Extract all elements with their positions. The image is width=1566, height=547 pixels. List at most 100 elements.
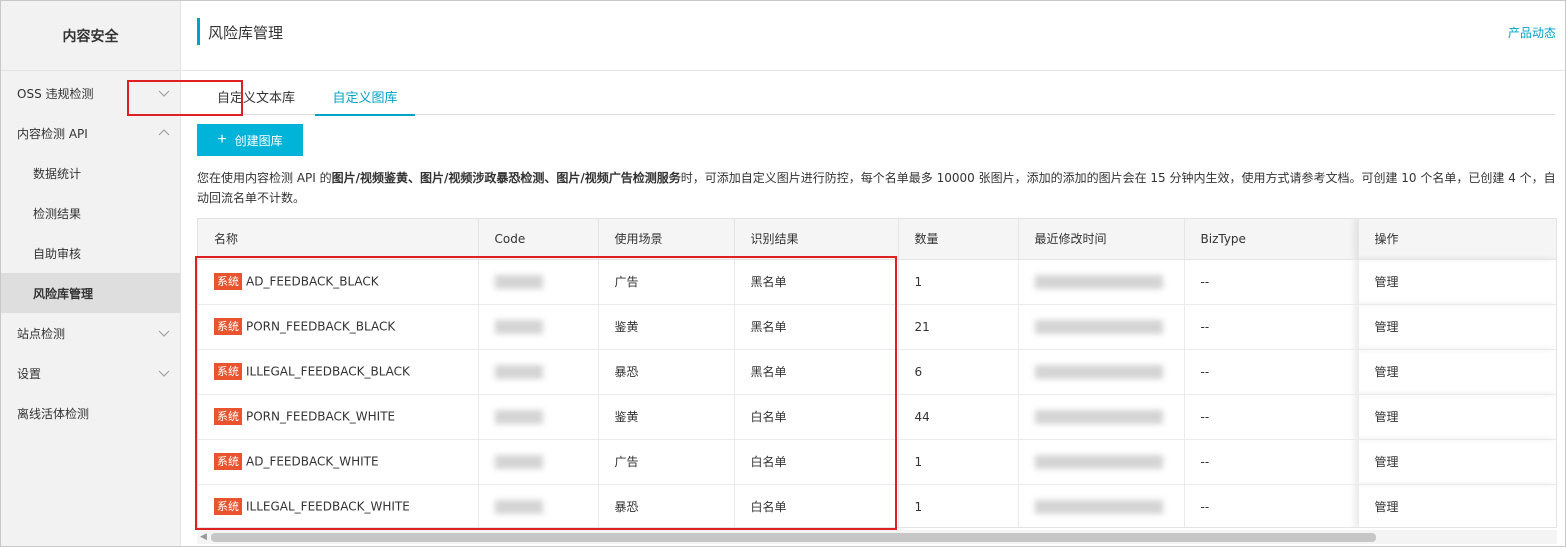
chevron-down-icon <box>158 330 170 337</box>
system-badge: 系统 <box>214 363 242 380</box>
page-title: 风险库管理 <box>208 24 284 42</box>
tab-custom-image-library[interactable]: 自定义图库 <box>315 79 415 116</box>
cell-action: 管理 <box>1358 439 1556 485</box>
cell-name: 系统 PORN_FEEDBACK_BLACK <box>198 304 479 350</box>
sidebar-item-offline-liveness[interactable]: 离线活体检测 <box>1 393 180 433</box>
cell-modified-time <box>1018 304 1185 350</box>
manage-link[interactable]: 管理 <box>1375 320 1399 334</box>
sidebar-item-detect-results[interactable]: 检测结果 <box>1 193 180 233</box>
cell-scene: 暴恐 <box>598 484 735 527</box>
table-header-row: 名称 Code 使用场景 识别结果 数量 最近修改时间 BizType 操作 <box>198 219 1556 260</box>
redacted-code <box>494 364 543 379</box>
library-name: ILLEGAL_FEEDBACK_BLACK <box>246 364 410 379</box>
app-window: 内容安全 OSS 违规检测 内容检测 API 数据统计 检测结果 自助审核 风险… <box>0 0 1566 547</box>
sidebar-item-self-review[interactable]: 自助审核 <box>1 233 180 273</box>
chevron-down-icon <box>158 90 170 97</box>
cell-action: 管理 <box>1358 259 1556 305</box>
table-row: 系统 AD_FEEDBACK_WHITE 广告 白名单 1 -- 管理 <box>198 439 1556 485</box>
main-content: 风险库管理 产品动态 自定义文本库 自定义图库 + 创建图库 您在使用内容检测 … <box>182 1 1565 546</box>
sidebar-item-label: 检测结果 <box>33 206 82 221</box>
cell-result: 黑名单 <box>734 259 899 305</box>
sidebar-item-label: 离线活体检测 <box>17 406 90 421</box>
manage-link[interactable]: 管理 <box>1375 500 1399 514</box>
redacted-time <box>1034 499 1163 514</box>
sidebar-title: 内容安全 <box>1 1 180 71</box>
page-header: 风险库管理 产品动态 <box>182 1 1565 71</box>
cell-count: 1 <box>898 439 1019 485</box>
cell-count: 6 <box>898 349 1019 395</box>
sidebar-item-settings[interactable]: 设置 <box>1 353 180 393</box>
column-header-action: 操作 <box>1358 219 1556 260</box>
cell-biztype: -- <box>1184 349 1359 395</box>
cell-action: 管理 <box>1358 349 1556 395</box>
cell-modified-time <box>1018 439 1185 485</box>
cell-action: 管理 <box>1358 484 1556 527</box>
redacted-time <box>1034 454 1163 469</box>
system-badge: 系统 <box>214 318 242 335</box>
column-header-name: 名称 <box>198 219 479 260</box>
cell-biztype: -- <box>1184 484 1359 527</box>
sidebar-item-label: 风险库管理 <box>33 286 94 301</box>
library-name: AD_FEEDBACK_WHITE <box>246 454 379 469</box>
sidebar-item-oss-detection[interactable]: OSS 违规检测 <box>1 73 180 113</box>
manage-link[interactable]: 管理 <box>1375 365 1399 379</box>
sidebar-item-label: 内容检测 API <box>17 126 88 141</box>
cell-result: 白名单 <box>734 439 899 485</box>
library-name: PORN_FEEDBACK_WHITE <box>246 409 396 424</box>
redacted-code <box>494 409 543 424</box>
sidebar-item-label: 设置 <box>17 366 42 381</box>
sidebar-item-content-api[interactable]: 内容检测 API <box>1 113 180 153</box>
cell-scene: 鉴黄 <box>598 394 735 440</box>
cell-code <box>478 394 599 440</box>
cell-scene: 广告 <box>598 439 735 485</box>
sidebar-item-label: 自助审核 <box>33 246 82 261</box>
library-name: PORN_FEEDBACK_BLACK <box>246 319 396 334</box>
description-text: 您在使用内容检测 API 的图片/视频鉴黄、图片/视频涉政暴恐检测、图片/视频广… <box>197 168 1557 208</box>
cell-code <box>478 259 599 305</box>
redacted-time <box>1034 319 1163 334</box>
sidebar-item-data-stats[interactable]: 数据统计 <box>1 153 180 193</box>
cell-modified-time <box>1018 259 1185 305</box>
redacted-time <box>1034 409 1163 424</box>
cell-result: 黑名单 <box>734 304 899 350</box>
table-row: 系统 ILLEGAL_FEEDBACK_WHITE 暴恐 白名单 1 -- 管理 <box>198 484 1556 527</box>
cell-code <box>478 304 599 350</box>
library-name: AD_FEEDBACK_BLACK <box>246 274 379 289</box>
column-header-result: 识别结果 <box>734 219 899 260</box>
active-tab-indicator <box>315 114 415 116</box>
redacted-code <box>494 319 543 334</box>
cell-biztype: -- <box>1184 439 1359 485</box>
tab-bar: 自定义文本库 自定义图库 <box>197 79 1555 116</box>
create-button-label: 创建图库 <box>234 133 283 148</box>
library-table: 名称 Code 使用场景 识别结果 数量 最近修改时间 BizType 操作 系… <box>197 218 1557 528</box>
system-badge: 系统 <box>214 273 242 290</box>
column-header-scene: 使用场景 <box>598 219 735 260</box>
sidebar-item-risk-library[interactable]: 风险库管理 <box>1 273 180 313</box>
description-prefix: 您在使用内容检测 API 的 <box>197 171 332 185</box>
cell-name: 系统 ILLEGAL_FEEDBACK_WHITE <box>198 484 479 527</box>
cell-name: 系统 AD_FEEDBACK_WHITE <box>198 439 479 485</box>
redacted-code <box>494 274 543 289</box>
tab-label: 自定义图库 <box>332 91 398 106</box>
sidebar: 内容安全 OSS 违规检测 内容检测 API 数据统计 检测结果 自助审核 风险… <box>1 1 181 546</box>
cell-modified-time <box>1018 349 1185 395</box>
redacted-code <box>494 454 543 469</box>
manage-link[interactable]: 管理 <box>1375 410 1399 424</box>
create-image-library-button[interactable]: + 创建图库 <box>197 124 303 156</box>
library-name: ILLEGAL_FEEDBACK_WHITE <box>246 499 410 514</box>
scrollbar-thumb[interactable] <box>211 533 1376 542</box>
cell-result: 黑名单 <box>734 349 899 395</box>
description-services: 图片/视频鉴黄、图片/视频涉政暴恐检测、图片/视频广告检测服务 <box>331 171 681 185</box>
manage-link[interactable]: 管理 <box>1375 455 1399 469</box>
column-header-code: Code <box>478 219 599 260</box>
cell-action: 管理 <box>1358 304 1556 350</box>
table-row: 系统 PORN_FEEDBACK_BLACK 鉴黄 黑名单 21 -- 管理 <box>198 304 1556 350</box>
scroll-left-arrow-icon[interactable]: ◀ <box>200 532 207 542</box>
cell-name: 系统 ILLEGAL_FEEDBACK_BLACK <box>198 349 479 395</box>
table-horizontal-scrollbar[interactable]: ◀ <box>197 530 1557 544</box>
manage-link[interactable]: 管理 <box>1375 275 1399 289</box>
tab-custom-text-library[interactable]: 自定义文本库 <box>213 79 299 115</box>
product-updates-link[interactable]: 产品动态 <box>1508 24 1556 41</box>
cell-name: 系统 AD_FEEDBACK_BLACK <box>198 259 479 305</box>
sidebar-item-site-detection[interactable]: 站点检测 <box>1 313 180 353</box>
